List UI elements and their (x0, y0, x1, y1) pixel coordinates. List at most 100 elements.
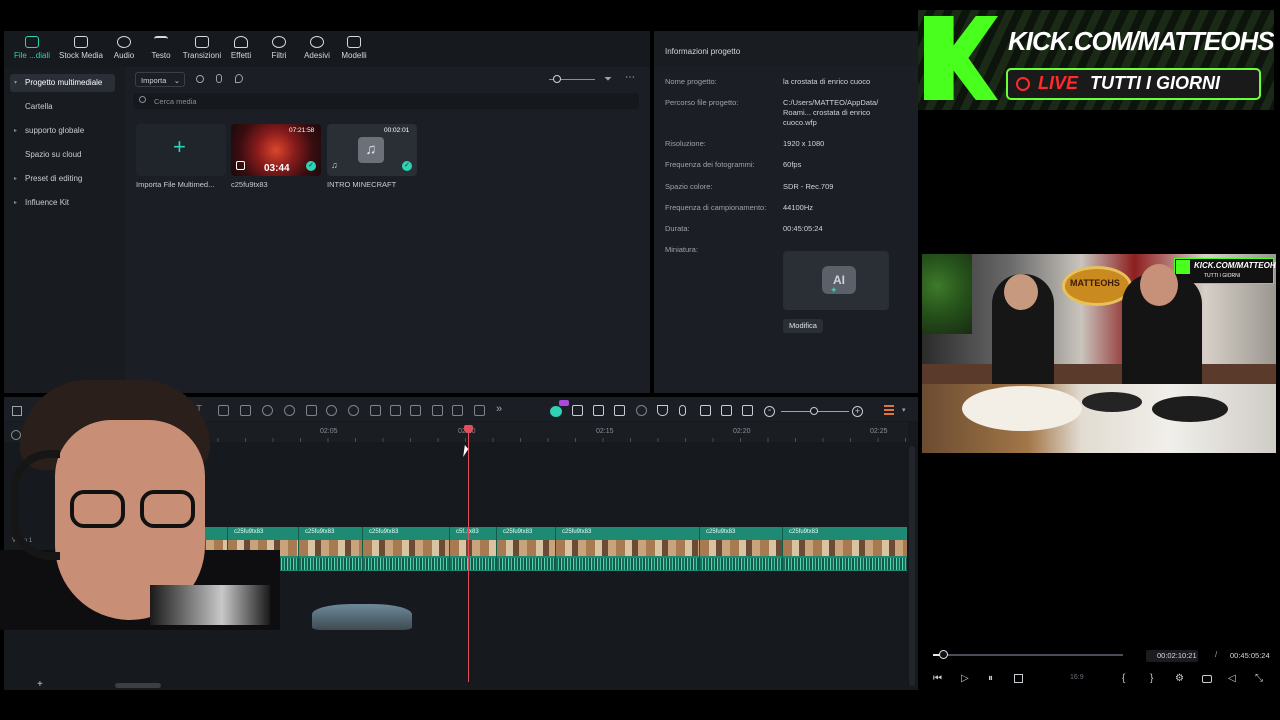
export-icon[interactable] (452, 405, 463, 416)
new-badge (559, 400, 569, 406)
glasses-right (140, 490, 195, 528)
snap-icon[interactable] (572, 405, 583, 416)
check-icon: ✓ (402, 161, 412, 171)
import-dropdown[interactable]: Importa ⌄ (135, 72, 185, 87)
motion-icon[interactable] (432, 405, 443, 416)
timeline-clip[interactable]: c25fu9tx83 (362, 527, 449, 571)
banner-live: LIVE (1038, 73, 1079, 93)
info-label: Nome progetto: (665, 77, 717, 86)
current-time: 00:02:10:21 (1157, 651, 1197, 660)
sidebar-item-cloud[interactable]: Spazio su cloud (10, 146, 115, 164)
layout-icon[interactable] (884, 405, 894, 417)
ruler-label: 02:15 (596, 428, 614, 435)
playhead-handle[interactable] (464, 425, 473, 433)
search-bar (133, 93, 639, 109)
keyframe-icon[interactable] (370, 405, 381, 416)
settings-icon[interactable]: ⚙ (1175, 673, 1184, 684)
split-icon[interactable] (742, 405, 753, 416)
info-value: 44100Hz (783, 203, 814, 212)
playhead[interactable] (468, 430, 469, 682)
info-label: Spazio colore: (665, 182, 713, 191)
pan-2 (1152, 396, 1228, 422)
preview-progress-handle[interactable] (938, 650, 948, 659)
sidebar-item-folder[interactable]: Cartella (10, 98, 115, 116)
color-icon[interactable] (284, 405, 295, 416)
camera-icon[interactable] (1202, 675, 1212, 683)
headphones (10, 450, 60, 560)
fullscreen-icon[interactable]: ⤡ (1255, 673, 1263, 684)
banner-subtitle: TUTTI I GIORNI (1090, 73, 1220, 93)
location-icon[interactable] (235, 74, 243, 83)
total-time: 00:45:05:24 (1230, 651, 1270, 660)
toolbar-templates[interactable]: Modelli (329, 36, 379, 60)
microphone (150, 585, 270, 625)
sidebar-item-presets[interactable]: ▸ Preset di editing (10, 170, 115, 188)
flour-pile (962, 386, 1082, 431)
effects-icon (234, 36, 248, 48)
mark-out-icon[interactable]: } (1150, 673, 1153, 684)
mic-icon[interactable] (216, 74, 222, 83)
timeline-clip[interactable]: c25fu9tx83 (298, 527, 362, 571)
sidebar-item-project-media[interactable]: ▾ Progetto multimediale (10, 74, 115, 92)
timeline-clip[interactable]: c25fu9tx83 (496, 527, 555, 571)
preview-video[interactable]: MATTEOHS KICK.COM/MATTEOHS TUTTI I GIORN… (922, 254, 1276, 453)
mask-icon[interactable] (306, 405, 317, 416)
pan-1 (1082, 392, 1142, 412)
zoom-slider-handle[interactable] (553, 75, 561, 83)
toolbar-media[interactable]: File ...diali (7, 36, 57, 60)
info-label: Durata: (665, 224, 690, 233)
mic-icon[interactable] (679, 405, 686, 416)
preview-progress-track[interactable] (933, 654, 1123, 656)
search-input[interactable]: Cerca media (154, 97, 197, 106)
info-value: SDR - Rec.709 (783, 182, 834, 191)
pip-icon[interactable] (721, 405, 732, 416)
record-icon[interactable] (196, 75, 204, 83)
freeze-icon[interactable] (410, 405, 421, 416)
aspect-ratio-select[interactable]: 16:9 (1070, 674, 1084, 681)
add-track-icon[interactable]: + (37, 679, 43, 690)
person-right-head (1140, 264, 1178, 306)
ai-assistant-icon[interactable] (550, 406, 562, 417)
person-left-head (1004, 274, 1038, 310)
timeline-zoom-handle[interactable] (810, 407, 818, 415)
prev-frame-icon[interactable]: ⏮ (933, 673, 942, 684)
timeline-clip[interactable]: c5f..tx83 (449, 527, 496, 571)
media-item-label: INTRO MINECRAFT (327, 180, 397, 189)
ruler-label: 02:25 (870, 428, 888, 435)
auto-beat-icon[interactable] (636, 405, 647, 416)
edit-thumbnail-button[interactable]: Modifica (783, 319, 823, 333)
info-value: C:/Users/MATTEO/AppData/ Roami... crosta… (783, 98, 879, 127)
overlay-banner-text: KICK.COM/MATTEOHS (1194, 261, 1276, 270)
mixer-icon[interactable] (700, 405, 711, 416)
timeline-clip[interactable]: c25fu9tx83 (782, 527, 907, 571)
zoom-out-icon[interactable]: - (764, 406, 775, 417)
stabilize-icon[interactable] (348, 405, 359, 416)
webcam-overlay (0, 380, 280, 630)
timeline-clip[interactable]: c25fu9tx83 (555, 527, 699, 571)
chevron-down-icon[interactable]: ▾ (902, 406, 906, 414)
speed-icon[interactable] (326, 405, 337, 416)
play-icon[interactable]: ▷ (961, 673, 969, 684)
more-icon[interactable]: ⋯ (625, 72, 635, 83)
box-icon[interactable] (474, 405, 485, 416)
marker-icon[interactable] (593, 405, 604, 416)
chevron-down-icon: ⌄ (173, 76, 180, 85)
ruler-ticks (190, 438, 908, 442)
timeline-horizontal-scrollbar[interactable] (115, 683, 161, 688)
sidebar-item-influence[interactable]: ▸ Influence Kit (10, 194, 115, 212)
timeline-vertical-scrollbar[interactable] (909, 446, 915, 686)
timeline-clip[interactable]: c25fu9tx83 (699, 527, 782, 571)
pause-icon[interactable]: ⏸ (988, 673, 993, 684)
mark-in-icon[interactable]: { (1122, 673, 1125, 684)
volume-icon[interactable]: ◁ (1228, 673, 1236, 684)
info-label: Frequenza di campionamento: (665, 203, 767, 212)
more-tools-icon[interactable]: » (496, 403, 502, 415)
sidebar-item-global[interactable]: ▸ supporto globale (10, 122, 115, 140)
stop-icon[interactable] (1014, 674, 1023, 683)
detach-icon[interactable] (390, 405, 401, 416)
filter-icon[interactable]: ⏷ (604, 74, 612, 85)
zoom-in-icon[interactable]: + (852, 406, 863, 417)
live-dot-icon (1016, 77, 1030, 91)
shield-icon[interactable] (657, 405, 668, 416)
voiceover-icon[interactable] (614, 405, 625, 416)
